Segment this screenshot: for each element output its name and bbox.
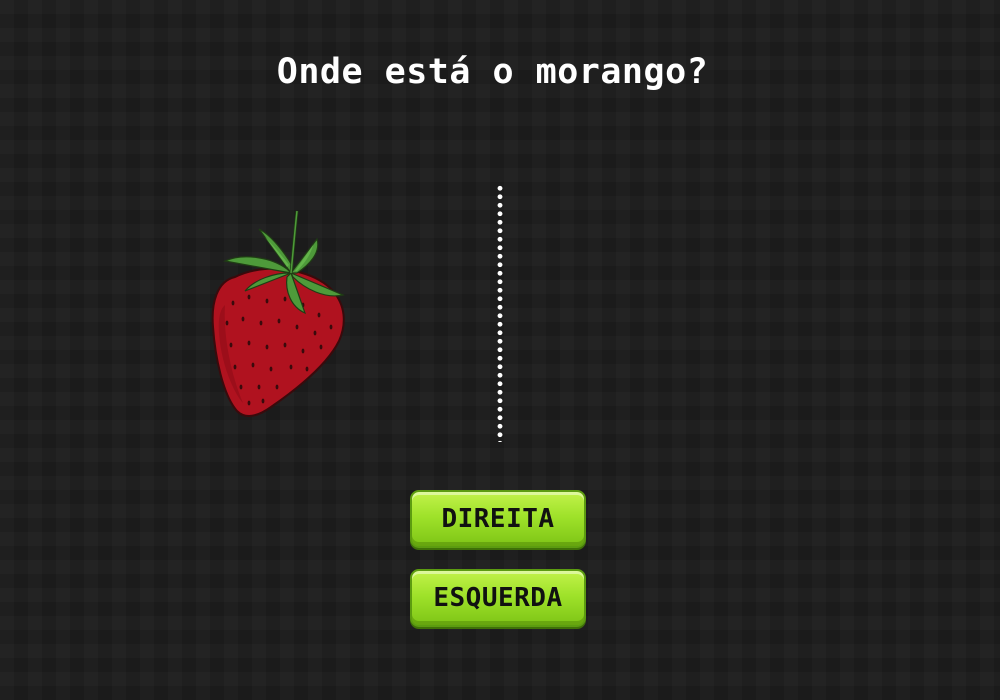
game-stage: Onde está o morango? DIREITA ESQUERDA	[0, 0, 1000, 700]
strawberry-icon	[205, 205, 350, 420]
question-title: Onde está o morango?	[276, 52, 709, 92]
left-button[interactable]: ESQUERDA	[410, 569, 586, 627]
left-button-label: ESQUERDA	[433, 583, 563, 613]
right-button-label: DIREITA	[441, 504, 555, 534]
right-button[interactable]: DIREITA	[410, 490, 586, 548]
center-dotted-divider	[497, 184, 503, 442]
